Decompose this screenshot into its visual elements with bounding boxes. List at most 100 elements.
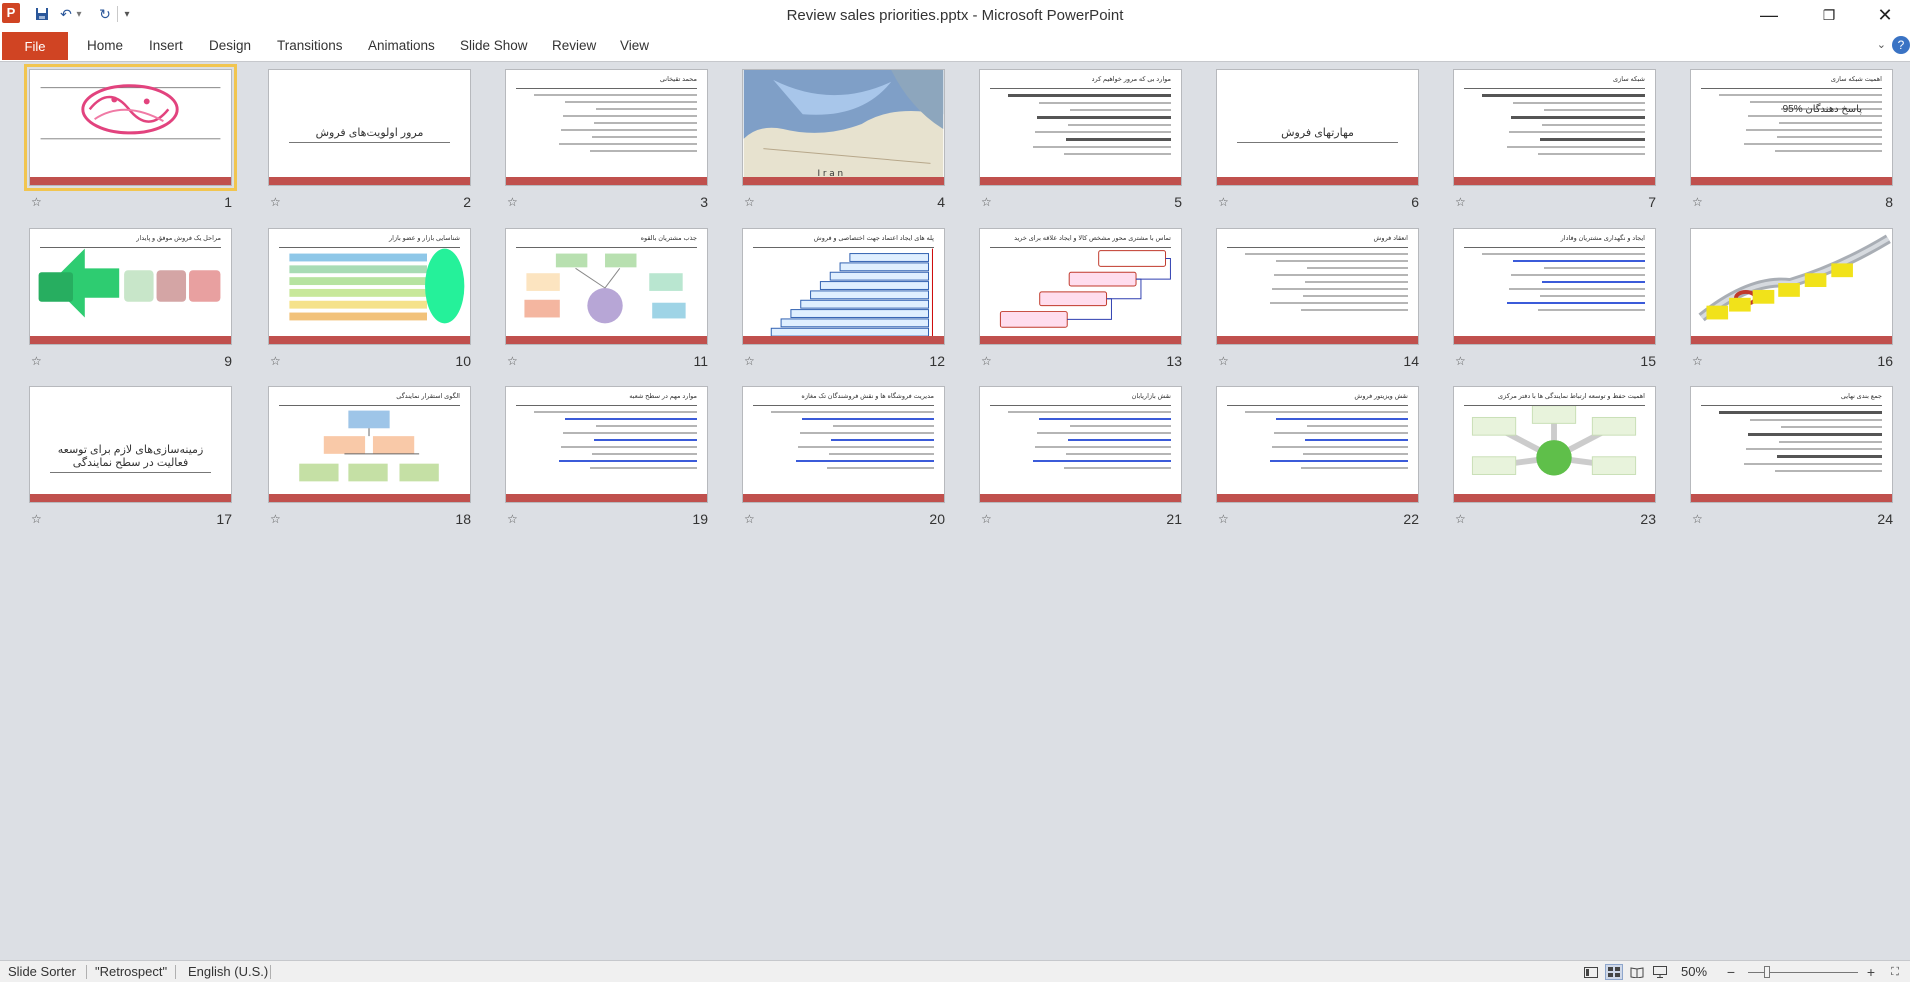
slide-title: انعقاد فروش (1373, 235, 1409, 242)
slide-transition-star-icon[interactable]: ☆ (744, 354, 755, 368)
slide-sorter-view-icon[interactable] (1605, 964, 1623, 980)
slide-transition-star-icon[interactable]: ☆ (1455, 354, 1466, 368)
restore-button[interactable]: ❐ (1806, 0, 1852, 30)
slide-number: 18 (455, 511, 471, 527)
slide-thumbnail-3[interactable]: محمد تقیخانی (505, 69, 708, 186)
slide-title: محمد تقیخانی (659, 76, 697, 83)
slide-transition-star-icon[interactable]: ☆ (981, 512, 992, 526)
slide-thumbnail-1[interactable] (24, 64, 237, 191)
slide-body-text (1227, 253, 1408, 330)
slide-number: 19 (692, 511, 708, 527)
collapse-ribbon-icon[interactable]: ⌄ (1877, 38, 1886, 51)
reading-view-icon[interactable] (1628, 964, 1646, 980)
slide-thumbnail-19[interactable]: موارد مهم در سطح شعبه (505, 386, 708, 503)
slide-transition-star-icon[interactable]: ☆ (744, 512, 755, 526)
zoom-out-button[interactable]: − (1722, 964, 1740, 980)
slide-show-view-icon[interactable] (1651, 964, 1669, 980)
slide-footer-band (743, 494, 944, 502)
slide-transition-star-icon[interactable]: ☆ (744, 195, 755, 209)
slide-title-rule (279, 405, 460, 406)
slide-thumbnail-23[interactable]: اهمیت حفظ و توسعه ارتباط نمایندگی ها با … (1453, 386, 1656, 503)
tab-view[interactable]: View (620, 38, 649, 53)
slide-graphic (30, 70, 231, 185)
ribbon-tab-bar: File Home Insert Design Transitions Anim… (0, 30, 1910, 62)
slide-thumbnail-13[interactable]: تماس با مشتری محور مشخص کالا و ایجاد علا… (979, 228, 1182, 345)
help-icon[interactable]: ? (1892, 36, 1910, 54)
slide-transition-star-icon[interactable]: ☆ (507, 195, 518, 209)
slide-thumbnail-8[interactable]: اهمیت شبکه سازی 95% پاسخ دهندگان (1690, 69, 1893, 186)
tab-file[interactable]: File (2, 32, 68, 60)
slide-footer-band (1217, 177, 1418, 185)
status-theme-name[interactable]: "Retrospect" (95, 964, 167, 979)
slide-transition-star-icon[interactable]: ☆ (31, 354, 42, 368)
slide-thumbnail-18[interactable]: الگوی استقرار نمایندگی (268, 386, 471, 503)
slide-title: جمع بندی نهایی (1840, 393, 1882, 400)
slide-transition-star-icon[interactable]: ☆ (1692, 195, 1703, 209)
slide-transition-star-icon[interactable]: ☆ (1455, 195, 1466, 209)
slide-title-rule (1701, 405, 1882, 406)
slide-thumbnail-6[interactable]: مهارتهای فروش (1216, 69, 1419, 186)
fit-to-window-icon[interactable]: ⛶ (1886, 964, 1904, 980)
slide-transition-star-icon[interactable]: ☆ (1692, 354, 1703, 368)
slide-transition-star-icon[interactable]: ☆ (981, 354, 992, 368)
slide-transition-star-icon[interactable]: ☆ (1218, 512, 1229, 526)
slide-thumbnail-15[interactable]: ایجاد و نگهداری مشتریان وفادار (1453, 228, 1656, 345)
slide-body-text (516, 411, 697, 488)
slide-transition-star-icon[interactable]: ☆ (507, 354, 518, 368)
slide-thumbnail-24[interactable]: جمع بندی نهایی (1690, 386, 1893, 503)
tab-insert[interactable]: Insert (149, 38, 183, 53)
slide-title: شبکه سازی (1613, 76, 1645, 83)
slide-transition-star-icon[interactable]: ☆ (270, 354, 281, 368)
slide-graphic: I r a n (743, 70, 944, 185)
slide-footer-band (506, 494, 707, 502)
slide-transition-star-icon[interactable]: ☆ (31, 512, 42, 526)
slide-thumbnail-22[interactable]: نقش ویزیتور فروش (1216, 386, 1419, 503)
slide-transition-star-icon[interactable]: ☆ (1218, 354, 1229, 368)
slide-title-rule (1227, 405, 1408, 406)
slide-thumbnail-14[interactable]: انعقاد فروش (1216, 228, 1419, 345)
tab-design[interactable]: Design (209, 38, 251, 53)
slide-body-text (516, 94, 697, 171)
slide-center-title: مهارتهای فروش (1237, 126, 1398, 143)
zoom-slider-thumb[interactable] (1764, 966, 1770, 978)
slide-thumbnail-17[interactable]: زمینه‌سازی‌های لازم برای توسعه فعالیت در… (29, 386, 232, 503)
slide-thumbnail-20[interactable]: مدیریت فروشگاه ها و نقش فروشندگان تک مغا… (742, 386, 945, 503)
minimize-button[interactable]: — (1746, 0, 1792, 30)
slide-thumbnail-5[interactable]: موارد بی که مرور خواهیم کرد (979, 69, 1182, 186)
slide-thumbnail-16[interactable] (1690, 228, 1893, 345)
zoom-in-button[interactable]: + (1862, 964, 1880, 980)
tab-home[interactable]: Home (87, 38, 123, 53)
slide-thumbnail-7[interactable]: شبکه سازی (1453, 69, 1656, 186)
slide-transition-star-icon[interactable]: ☆ (507, 512, 518, 526)
slide-thumbnail-12[interactable]: پله های ایجاد اعتماد جهت اختصاصی و فروش (742, 228, 945, 345)
slide-footer-band (1691, 177, 1892, 185)
slide-thumbnail-9[interactable]: مراحل یک فروش موفق و پایدار (29, 228, 232, 345)
slide-thumbnail-4[interactable]: I r a n (742, 69, 945, 186)
tab-transitions[interactable]: Transitions (277, 38, 343, 53)
zoom-level[interactable]: 50% (1681, 964, 1707, 979)
slide-transition-star-icon[interactable]: ☆ (270, 512, 281, 526)
slide-thumbnail-2[interactable]: مرور اولویت‌های فروش (268, 69, 471, 186)
status-language[interactable]: English (U.S.) (188, 964, 268, 979)
slide-number: 2 (463, 194, 471, 210)
slide-number: 11 (693, 353, 708, 369)
slide-transition-star-icon[interactable]: ☆ (1218, 195, 1229, 209)
slide-transition-star-icon[interactable]: ☆ (31, 195, 42, 209)
slide-transition-star-icon[interactable]: ☆ (981, 195, 992, 209)
tab-animations[interactable]: Animations (368, 38, 435, 53)
slide-thumbnail-21[interactable]: نقش بازاریابان (979, 386, 1182, 503)
slide-number: 23 (1640, 511, 1656, 527)
slide-transition-star-icon[interactable]: ☆ (1455, 512, 1466, 526)
normal-view-icon[interactable] (1582, 964, 1600, 980)
slide-thumbnail-10[interactable]: شناسایی بازار و عضو بازار (268, 228, 471, 345)
tab-slide-show[interactable]: Slide Show (460, 38, 528, 53)
slide-graphic (1691, 229, 1892, 344)
slide-title-rule (1464, 405, 1645, 406)
slide-thumbnail-11[interactable]: جذب مشتریان بالقوه (505, 228, 708, 345)
slide-title-rule (516, 405, 697, 406)
tab-review[interactable]: Review (552, 38, 596, 53)
close-button[interactable]: ✕ (1862, 0, 1908, 30)
slide-number: 13 (1166, 353, 1182, 369)
slide-transition-star-icon[interactable]: ☆ (1692, 512, 1703, 526)
slide-transition-star-icon[interactable]: ☆ (270, 195, 281, 209)
